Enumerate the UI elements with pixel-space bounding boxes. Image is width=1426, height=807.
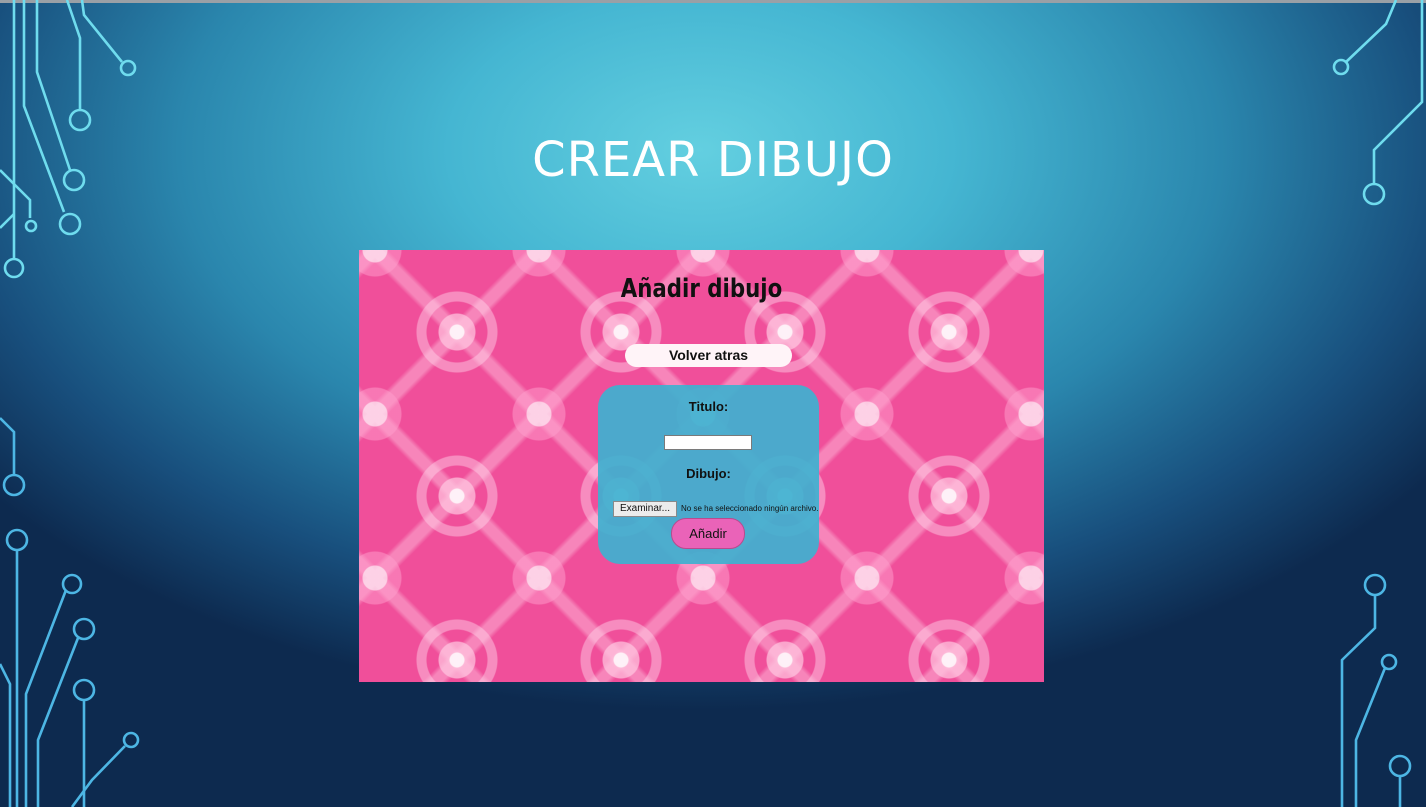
app-screenshot: Añadir dibujo Volver atras Titulo: Dibuj…: [359, 250, 1044, 682]
drawing-label: Dibujo:: [686, 466, 731, 481]
title-input[interactable]: [664, 435, 752, 450]
file-status-text: No se ha seleccionado ningún archivo.: [681, 504, 819, 513]
page-heading: Añadir dibujo: [620, 274, 783, 304]
browse-file-button[interactable]: Examinar...: [613, 501, 677, 517]
back-button[interactable]: Volver atras: [625, 344, 792, 367]
slide-title: CREAR DIBUJO: [532, 132, 894, 188]
add-drawing-form: Titulo: Dibujo: Examinar... No se ha sel…: [598, 385, 819, 564]
add-button[interactable]: Añadir: [671, 518, 745, 549]
title-label: Titulo:: [688, 399, 729, 414]
